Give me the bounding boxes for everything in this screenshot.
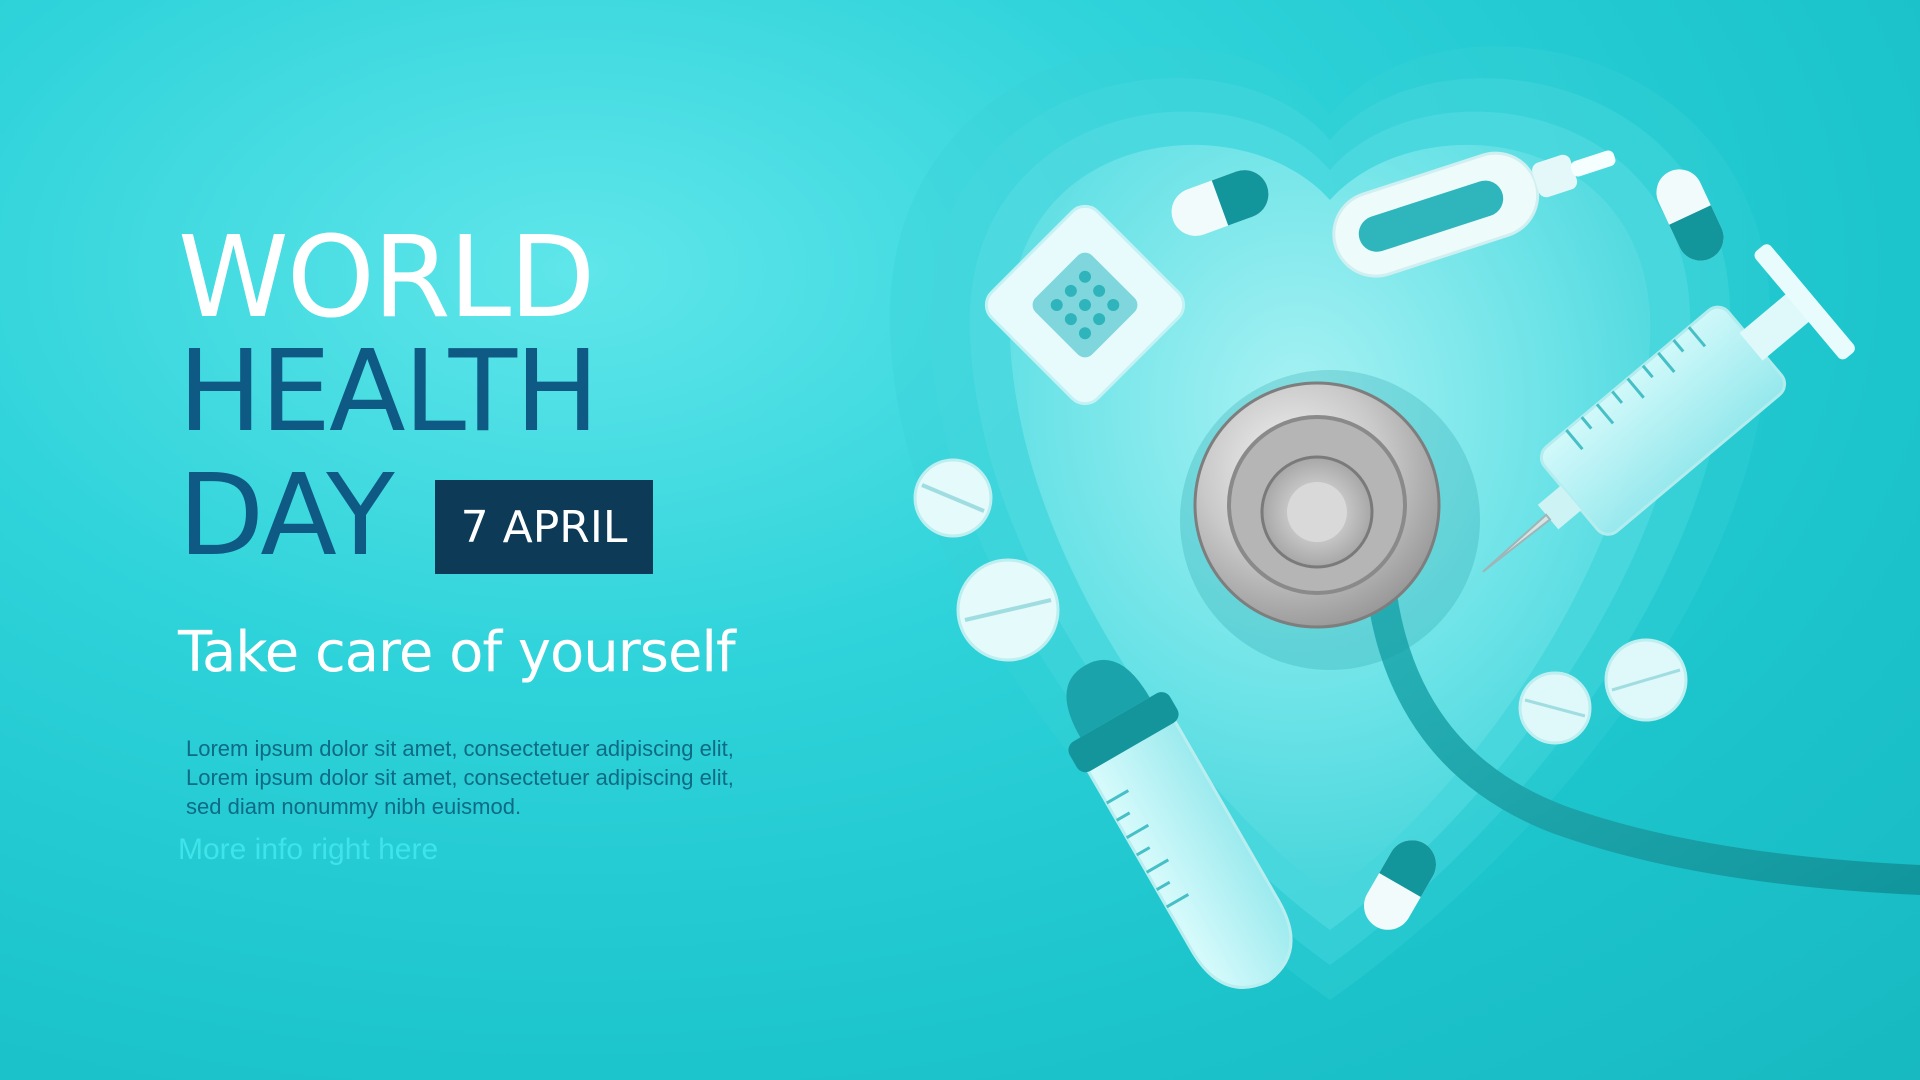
tablet-icon [1518, 671, 1592, 745]
tablet-icon [913, 458, 993, 538]
health-day-banner: WORLD HEALTH DAY 7 APRIL Take care of yo… [0, 0, 1920, 1080]
date-badge: 7 APRIL [435, 480, 653, 574]
subtitle: Take care of yourself [178, 620, 736, 685]
tablet-icon [1604, 638, 1688, 722]
title-world: WORLD [178, 213, 595, 343]
more-info-link[interactable]: More info right here [178, 833, 438, 867]
title-health: HEALTH [178, 327, 599, 457]
stethoscope-icon [1180, 370, 1480, 670]
title-day: DAY [178, 451, 395, 581]
tablet-icon [956, 558, 1060, 662]
medical-heart-illustration [889, 46, 1920, 1000]
body-text: Lorem ipsum dolor sit amet, consectetuer… [186, 736, 734, 819]
